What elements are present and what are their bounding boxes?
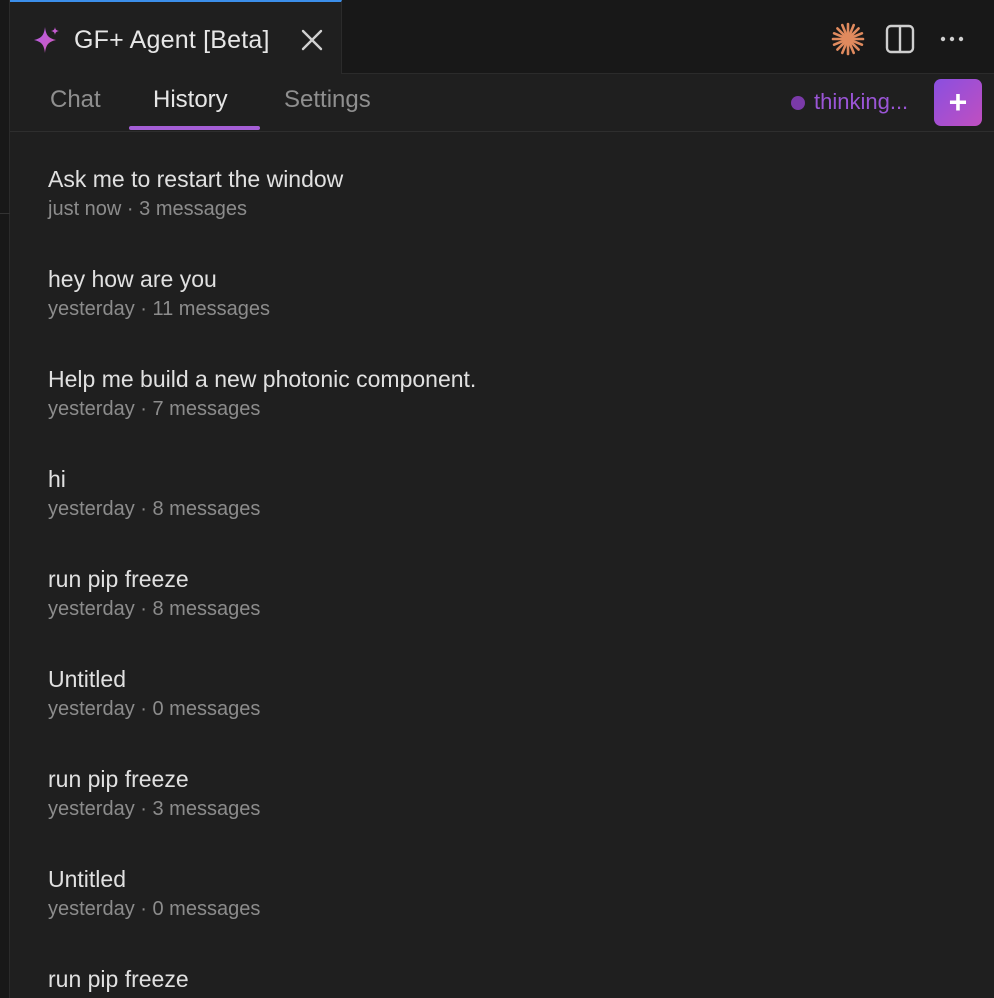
editor-tab-agent[interactable]: GF+ Agent [Beta] xyxy=(10,0,342,74)
history-item[interactable]: hey how are you yesterday · 11 messages xyxy=(48,232,948,332)
active-tab-indicator xyxy=(129,126,260,130)
tab-chat[interactable]: Chat xyxy=(50,86,101,114)
history-item-meta: yesterday · 8 messages xyxy=(48,598,261,620)
history-item[interactable]: run pip freeze yesterday · 3 messages xyxy=(48,732,948,832)
history-item[interactable]: Untitled yesterday · 0 messages xyxy=(48,832,948,932)
history-item-title: Help me build a new photonic component. xyxy=(48,366,477,392)
history-item-title: run pip freeze xyxy=(48,566,189,592)
history-item[interactable]: hi yesterday · 8 messages xyxy=(48,432,948,532)
split-editor-icon[interactable] xyxy=(883,22,917,56)
history-item-title: hi xyxy=(48,466,66,492)
agent-window: GF+ Agent [Beta] Chat History Settings t… xyxy=(0,0,994,998)
gutter-divider xyxy=(0,130,10,214)
history-item[interactable]: run pip freeze yesterday · 8 messages xyxy=(48,532,948,632)
left-gutter xyxy=(0,0,10,998)
history-item[interactable]: Ask me to restart the window just now · … xyxy=(48,132,948,232)
history-item-meta: yesterday · 3 messages xyxy=(48,798,261,820)
history-item-meta: yesterday · 8 messages xyxy=(48,498,261,520)
tab-history[interactable]: History xyxy=(153,86,228,114)
sparkle-icon xyxy=(34,27,59,53)
status-dot xyxy=(791,96,805,110)
agent-nav: Chat History Settings thinking... + xyxy=(10,74,994,132)
history-item-title: Untitled xyxy=(48,866,126,892)
history-item-meta: yesterday · 7 messages xyxy=(48,398,261,420)
history-list: Ask me to restart the window just now · … xyxy=(10,132,994,998)
history-item[interactable]: Help me build a new photonic component. … xyxy=(48,332,948,432)
history-item-meta: yesterday · 0 messages xyxy=(48,698,261,720)
history-item-meta: yesterday · 11 messages xyxy=(48,298,270,320)
history-item[interactable]: Untitled yesterday · 0 messages xyxy=(48,632,948,732)
history-item-title: Ask me to restart the window xyxy=(48,166,344,192)
history-item[interactable]: run pip freeze xyxy=(48,932,948,998)
history-item-title: hey how are you xyxy=(48,266,217,292)
history-item-title: run pip freeze xyxy=(48,766,189,792)
editor-tab-title: GF+ Agent [Beta] xyxy=(74,26,270,54)
tab-settings[interactable]: Settings xyxy=(284,86,371,114)
more-icon[interactable] xyxy=(935,22,969,56)
history-item-meta: yesterday · 0 messages xyxy=(48,898,261,920)
new-chat-button[interactable]: + xyxy=(934,79,982,126)
history-item-title: Untitled xyxy=(48,666,126,692)
status-text: thinking... xyxy=(814,89,909,114)
editor-tab-strip: GF+ Agent [Beta] xyxy=(10,0,994,74)
close-icon[interactable] xyxy=(300,28,324,52)
asterisk-icon[interactable] xyxy=(831,22,865,56)
history-item-title: run pip freeze xyxy=(48,966,189,992)
history-item-meta: just now · 3 messages xyxy=(48,198,247,220)
